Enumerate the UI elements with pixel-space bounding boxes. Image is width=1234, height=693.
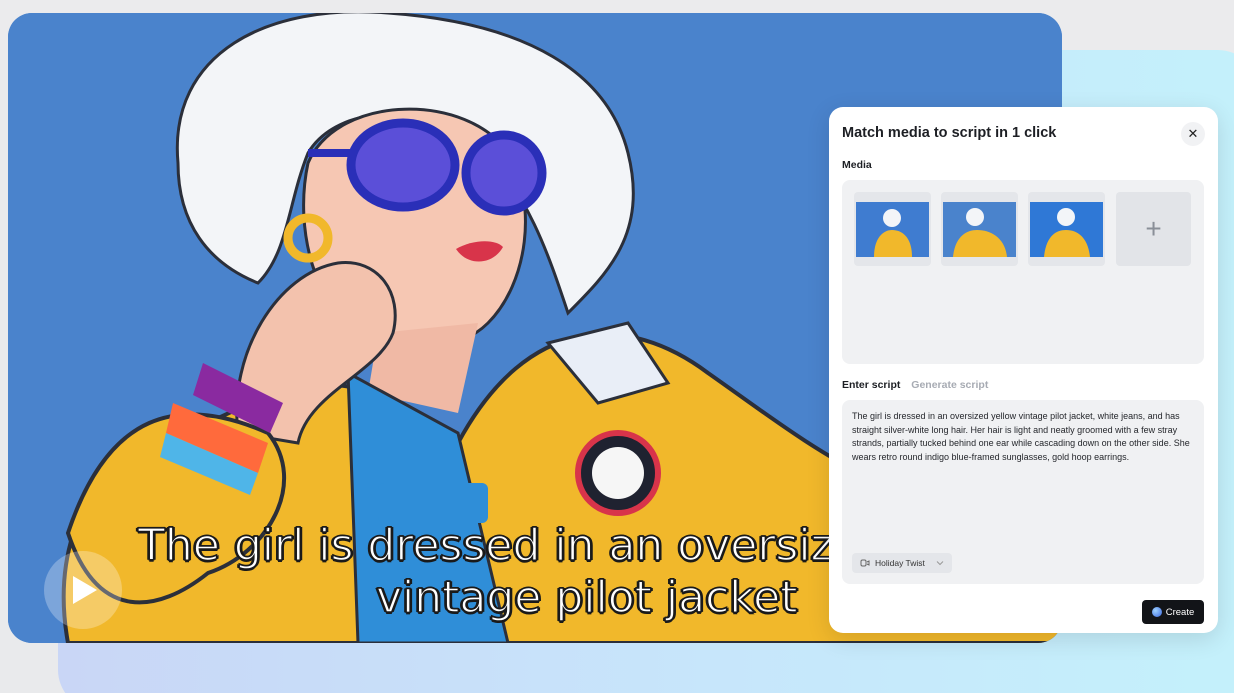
script-tabs: Enter script Generate script (842, 379, 988, 391)
media-thumbnail[interactable] (854, 192, 931, 266)
match-media-panel: Match media to script in 1 click ✕ Media (829, 107, 1218, 633)
create-button[interactable]: Create (1142, 600, 1204, 624)
script-input[interactable]: The girl is dressed in an oversized yell… (842, 400, 1204, 584)
play-icon (73, 576, 97, 604)
create-label: Create (1165, 606, 1195, 618)
close-button[interactable]: ✕ (1181, 122, 1205, 146)
thumbnail-image (943, 202, 1016, 257)
media-label: Media (842, 159, 872, 171)
chevron-down-icon (936, 561, 944, 566)
add-media-button[interactable]: + (1116, 192, 1191, 266)
style-label: Holiday Twist (875, 558, 925, 568)
play-button[interactable] (44, 551, 122, 629)
sparkle-icon (1151, 607, 1162, 617)
page: The girl is dressed in an oversize vinta… (0, 0, 1234, 693)
media-thumbnail[interactable] (1028, 192, 1105, 266)
tab-generate-script[interactable]: Generate script (911, 379, 988, 391)
plus-icon: + (1145, 213, 1162, 244)
media-thumbnail[interactable] (941, 192, 1018, 266)
thumbnail-image (856, 202, 929, 257)
thumbnail-image (1030, 202, 1103, 257)
media-dropzone[interactable]: + (842, 180, 1204, 364)
tab-enter-script[interactable]: Enter script (842, 379, 900, 391)
close-icon: ✕ (1187, 126, 1199, 141)
panel-title: Match media to script in 1 click (842, 125, 1057, 141)
voice-icon (860, 559, 870, 567)
style-dropdown[interactable]: Holiday Twist (852, 553, 952, 573)
script-text[interactable]: The girl is dressed in an oversized yell… (852, 410, 1196, 464)
